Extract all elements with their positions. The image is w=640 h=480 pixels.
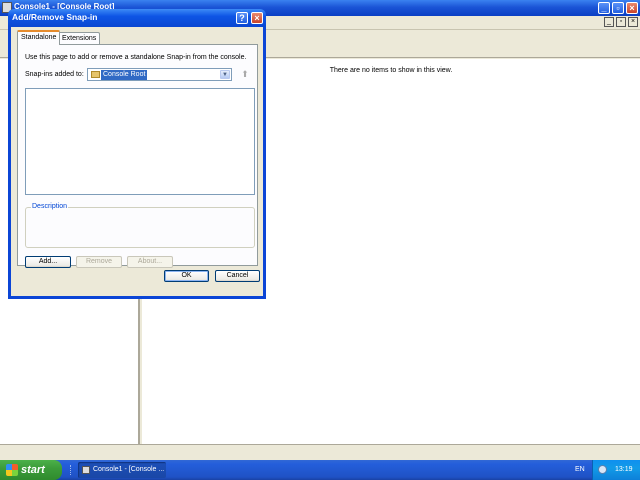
tab-extensions[interactable]: Extensions	[58, 32, 101, 44]
taskbar: start Console1 - [Console ... EN 13:19	[0, 460, 640, 480]
dialog-close-button[interactable]: ×	[251, 12, 263, 24]
folder-icon	[91, 71, 100, 78]
clock: 13:19	[615, 466, 633, 473]
taskbar-item-label: Console1 - [Console ...	[93, 466, 165, 473]
close-button[interactable]: ×	[626, 2, 638, 14]
add-button[interactable]: Add...	[25, 256, 71, 268]
snapins-added-value: Console Root	[101, 70, 148, 80]
remove-button[interactable]: Remove	[76, 256, 122, 268]
child-restore-button[interactable]: ▫	[616, 17, 626, 27]
mmc-taskbar-icon	[82, 466, 90, 474]
about-button[interactable]: About...	[127, 256, 173, 268]
child-close-button[interactable]: ×	[628, 17, 638, 27]
snapins-added-label: Snap-ins added to:	[25, 71, 84, 78]
snapins-added-to-dropdown[interactable]: Console Root ▼	[87, 68, 232, 81]
windows-logo-icon	[6, 464, 18, 476]
description-group: Description	[25, 203, 255, 248]
language-indicator[interactable]: EN	[575, 460, 585, 480]
tab-standalone[interactable]: Standalone	[17, 30, 61, 45]
add-remove-snapin-dialog: Add/Remove Snap-in ? × Standalone Extens…	[8, 9, 266, 299]
ok-button[interactable]: OK	[164, 270, 209, 282]
status-bar	[0, 444, 640, 460]
start-button[interactable]: start	[0, 460, 62, 480]
dialog-title-bar[interactable]: Add/Remove Snap-in ? ×	[8, 9, 266, 27]
snapin-list[interactable]	[25, 88, 255, 195]
dialog-title: Add/Remove Snap-in	[12, 12, 98, 22]
start-label: start	[21, 464, 45, 476]
standalone-tab-panel: Use this page to add or remove a standal…	[17, 44, 258, 268]
taskbar-item-console[interactable]: Console1 - [Console ...	[78, 462, 166, 478]
taskbar-grip	[70, 465, 76, 475]
up-one-level-icon[interactable]: ⬆	[239, 68, 251, 80]
child-minimize-button[interactable]: _	[604, 17, 614, 27]
help-button[interactable]: ?	[236, 12, 248, 24]
cancel-button[interactable]: Cancel	[215, 270, 260, 282]
tray-status-icon[interactable]	[598, 465, 607, 474]
chevron-down-icon[interactable]: ▼	[220, 70, 230, 79]
system-tray: 13:19	[592, 460, 640, 480]
description-label: Description	[31, 203, 69, 210]
intro-text: Use this page to add or remove a standal…	[25, 54, 247, 61]
dialog-body: Standalone Extensions Use this page to a…	[11, 27, 263, 296]
minimize-button[interactable]: _	[598, 2, 610, 14]
maximize-button[interactable]: ▫	[612, 2, 624, 14]
